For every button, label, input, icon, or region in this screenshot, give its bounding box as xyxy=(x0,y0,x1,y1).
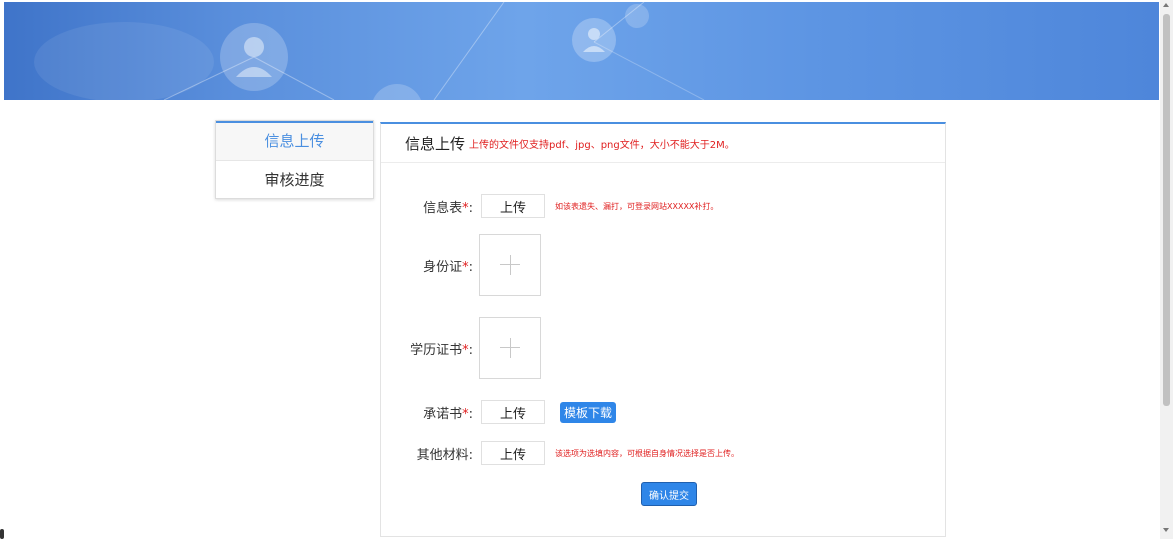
info-sheet-tip: 如该表遗失、漏打，可登录网站XXXXX补打。 xyxy=(555,201,719,211)
template-download-button[interactable]: 模板下载 xyxy=(560,401,617,423)
upload-panel: 信息上传 上传的文件仅支持pdf、jpg、png文件，大小不能大于2M。 信息表… xyxy=(380,122,946,537)
nav-item-review-progress[interactable]: 审核进度 xyxy=(216,160,373,199)
banner-illustration xyxy=(34,2,705,100)
other-materials-tip: 该选项为选填内容，可根据自身情况选择是否上传。 xyxy=(555,448,739,458)
id-card-label: 身份证*: xyxy=(423,259,473,275)
pledge-row: 承诺书*: 上传 模板下载 xyxy=(381,400,617,424)
diploma-image-upload[interactable] xyxy=(479,317,541,379)
pledge-label: 承诺书*: xyxy=(423,406,473,422)
corner-marker xyxy=(0,529,4,539)
scroll-down-arrow-icon[interactable] xyxy=(1163,528,1169,532)
id-card-image-upload[interactable] xyxy=(479,234,541,296)
side-nav: 信息上传 审核进度 xyxy=(215,120,374,199)
nav-item-info-upload[interactable]: 信息上传 xyxy=(216,121,373,160)
id-card-row: 身份证*: xyxy=(381,234,541,296)
other-materials-row: 其他材料: 上传 该选项为选填内容，可根据自身情况选择是否上传。 xyxy=(381,441,739,465)
header-banner xyxy=(4,2,1159,100)
pledge-upload-button[interactable]: 上传 xyxy=(481,400,545,424)
other-materials-label: 其他材料: xyxy=(416,447,473,463)
panel-title: 信息上传 xyxy=(405,134,466,153)
info-sheet-row: 信息表*: 上传 如该表遗失、漏打，可登录网站XXXXX补打。 xyxy=(381,194,718,218)
info-sheet-label: 信息表*: xyxy=(423,200,473,216)
info-sheet-upload-button[interactable]: 上传 xyxy=(481,194,545,218)
panel-hint: 上传的文件仅支持pdf、jpg、png文件，大小不能大于2M。 xyxy=(469,139,735,151)
submit-button[interactable]: 确认提交 xyxy=(641,482,697,506)
panel-header: 信息上传 上传的文件仅支持pdf、jpg、png文件，大小不能大于2M。 xyxy=(381,124,945,163)
scroll-up-arrow-icon[interactable] xyxy=(1163,3,1169,7)
diploma-row: 学历证书*: xyxy=(381,317,541,379)
diploma-label: 学历证书*: xyxy=(410,342,473,358)
other-materials-upload-button[interactable]: 上传 xyxy=(481,441,545,465)
scroll-thumb[interactable] xyxy=(1163,14,1170,406)
vertical-scrollbar[interactable] xyxy=(1160,0,1173,539)
